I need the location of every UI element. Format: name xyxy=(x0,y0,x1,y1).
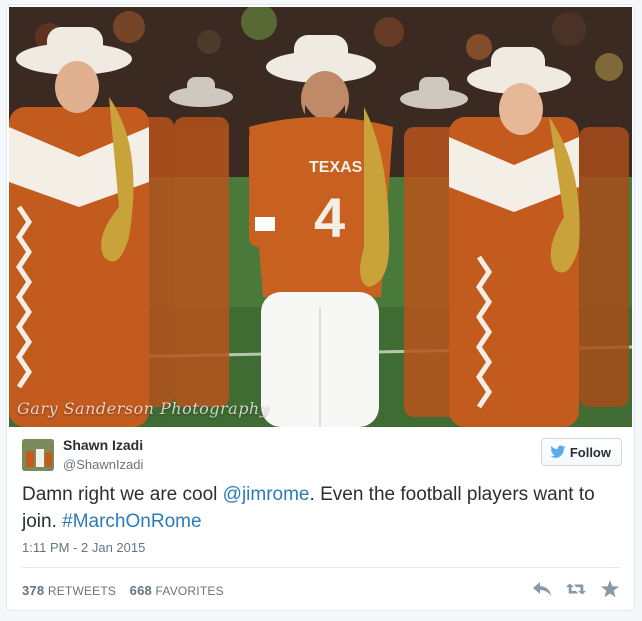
tweet-actions xyxy=(532,580,620,598)
tweet-timestamp[interactable]: 1:11 PM - 2 Jan 2015 xyxy=(22,540,145,555)
tweet-header: Shawn Izadi @ShawnIzadi Follow xyxy=(22,437,622,477)
author-name[interactable]: Shawn Izadi xyxy=(63,437,143,453)
mention-link[interactable]: @jimrome xyxy=(223,484,310,505)
jersey-text: TEXAS xyxy=(309,159,363,176)
favorites-stat[interactable]: 668 FAVORITES xyxy=(129,583,224,598)
hashtag-link[interactable]: #MarchOnRome xyxy=(62,511,201,532)
favorites-count: 668 xyxy=(129,583,152,598)
jersey-number: 4 xyxy=(314,186,345,249)
tweet-card: TEXAS 4 Gary Sanderson Photography Shawn… xyxy=(6,4,635,611)
follow-label: Follow xyxy=(569,444,611,460)
reply-icon[interactable] xyxy=(532,580,552,598)
tweet-photo[interactable]: TEXAS 4 Gary Sanderson Photography xyxy=(9,7,632,427)
marching-band-photo: TEXAS 4 xyxy=(9,7,632,427)
author-handle[interactable]: @ShawnIzadi xyxy=(63,457,143,472)
retweets-count: 378 xyxy=(22,583,45,598)
divider xyxy=(22,567,620,568)
twitter-bird-icon xyxy=(550,445,566,458)
favorite-star-icon[interactable] xyxy=(600,580,620,598)
avatar[interactable] xyxy=(22,439,54,471)
follow-button[interactable]: Follow xyxy=(540,438,622,466)
tweet-text: Damn right we are cool @jimrome. Even th… xyxy=(22,481,622,535)
retweets-label: RETWEETS xyxy=(47,584,117,598)
favorites-label: FAVORITES xyxy=(155,584,224,598)
tweet-text-part1: Damn right we are cool xyxy=(22,484,223,505)
tweet-stats: 378 RETWEETS 668 FAVORITES xyxy=(22,583,234,598)
photo-watermark: Gary Sanderson Photography xyxy=(17,399,270,418)
retweet-icon[interactable] xyxy=(566,580,586,598)
retweets-stat[interactable]: 378 RETWEETS xyxy=(22,583,117,598)
